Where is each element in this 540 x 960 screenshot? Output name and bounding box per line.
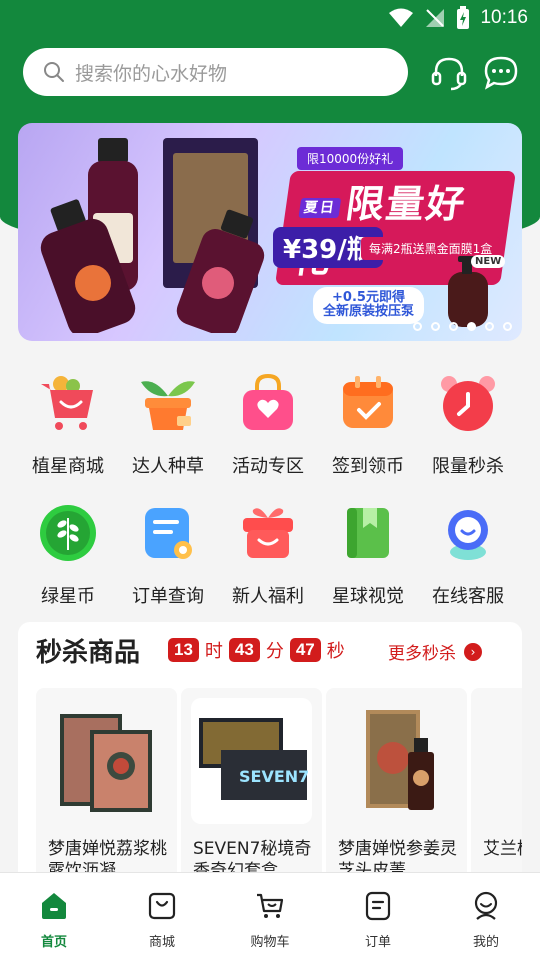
shopping-cart-icon bbox=[41, 376, 93, 430]
tab-home[interactable]: 首页 bbox=[14, 891, 94, 950]
category-label: 订单查询 bbox=[132, 586, 204, 607]
more-flash-sale-link[interactable]: 更多秒杀 › bbox=[388, 639, 482, 664]
category-label: 签到领币 bbox=[332, 456, 404, 477]
tab-mall[interactable]: 商城 bbox=[122, 891, 202, 950]
promo-text-group: 限10000份好礼 夏日 限量好礼 ¥39/瓶 每满2瓶送黑金面膜1盒 +0.5元… bbox=[273, 137, 517, 327]
alarm-clock-icon bbox=[441, 376, 495, 431]
category-item-seeding[interactable]: 达人种草 bbox=[118, 372, 218, 478]
product-image: SEVEN7 bbox=[191, 698, 312, 824]
countdown-hours: 13 bbox=[168, 638, 199, 662]
wifi-icon bbox=[389, 8, 414, 27]
carousel-dot[interactable] bbox=[503, 322, 512, 331]
leaf-coin-icon bbox=[40, 505, 96, 561]
tab-profile[interactable]: 我的 bbox=[446, 891, 526, 950]
category-item-planet-vision[interactable]: 星球视觉 bbox=[318, 502, 418, 608]
book-icon bbox=[347, 508, 389, 558]
promo-limit-tag: 限10000份好礼 bbox=[297, 147, 404, 170]
product-card[interactable]: SEVEN7 SEVEN7秘境奇香奇幻套盒 bbox=[181, 688, 322, 882]
product-bottles-image bbox=[40, 138, 265, 333]
tab-label: 商城 bbox=[148, 935, 175, 950]
tab-orders[interactable]: 订单 bbox=[338, 891, 418, 950]
category-label: 在线客服 bbox=[432, 586, 504, 607]
store-bag-icon bbox=[148, 892, 176, 920]
promo-badge-line2: 全新原装按压泵 bbox=[323, 304, 415, 320]
season-tag: 夏日 bbox=[298, 197, 342, 218]
flash-sale-section: 秒杀商品 13 时 43 分 47 秒 更多秒杀 › 梦唐婵悦荔浆桃露饮沥凝 S… bbox=[18, 622, 522, 882]
product-image bbox=[481, 698, 522, 824]
carousel-dot[interactable] bbox=[485, 322, 494, 331]
shopping-bag-icon bbox=[243, 373, 293, 430]
product-image bbox=[336, 698, 457, 824]
category-item-checkin[interactable]: 签到领币 bbox=[318, 372, 418, 478]
tab-label: 首页 bbox=[40, 935, 67, 950]
tab-cart[interactable]: 购物车 bbox=[230, 891, 310, 950]
product-image bbox=[46, 698, 167, 824]
category-label: 达人种草 bbox=[132, 456, 204, 477]
tab-label: 订单 bbox=[364, 935, 391, 950]
search-icon bbox=[44, 62, 64, 82]
order-list-icon bbox=[365, 891, 391, 921]
countdown-hours-unit: 时 bbox=[204, 641, 223, 662]
category-item-activity[interactable]: 活动专区 bbox=[218, 372, 318, 478]
countdown-minutes: 43 bbox=[228, 638, 260, 662]
search-input[interactable]: 搜索你的心水好物 bbox=[23, 48, 408, 96]
category-label: 星球视觉 bbox=[332, 586, 404, 607]
product-card[interactable]: 艾兰桃 bbox=[471, 688, 522, 882]
home-icon bbox=[42, 893, 66, 919]
new-tag: NEW bbox=[471, 255, 506, 268]
category-item-green-coin[interactable]: 绿星币 bbox=[18, 502, 118, 608]
headset-icon[interactable] bbox=[430, 54, 468, 92]
seven7-logo: SEVEN7 bbox=[239, 767, 309, 786]
flash-sale-title: 秒杀商品 bbox=[36, 638, 141, 668]
plant-pot-icon bbox=[141, 381, 195, 430]
countdown-seconds-unit: 秒 bbox=[326, 641, 345, 662]
battery-charging-icon bbox=[457, 6, 470, 29]
promo-badge-line1: +0.5元即得 bbox=[332, 290, 405, 305]
no-signal-icon bbox=[426, 9, 445, 27]
category-label: 新人福利 bbox=[232, 586, 304, 607]
order-note-icon bbox=[145, 508, 192, 559]
status-time: 10:16 bbox=[480, 7, 528, 28]
countdown-minutes-unit: 分 bbox=[265, 641, 284, 662]
chevron-right-icon: › bbox=[464, 642, 482, 661]
category-label: 绿星币 bbox=[41, 586, 95, 607]
category-item-mall[interactable]: 植星商城 bbox=[18, 372, 118, 478]
category-item-newbie[interactable]: 新人福利 bbox=[218, 502, 318, 608]
countdown-seconds: 47 bbox=[289, 638, 321, 662]
category-label: 限量秒杀 bbox=[432, 456, 504, 477]
carousel-dot[interactable] bbox=[413, 322, 422, 331]
product-card[interactable]: 梦唐婵悦荔浆桃露饮沥凝 bbox=[36, 688, 177, 882]
profile-icon bbox=[474, 891, 498, 920]
message-icon[interactable] bbox=[482, 54, 520, 92]
carousel-indicator bbox=[413, 322, 512, 331]
bottom-tab-bar: 首页 商城 购物车 订单 我的 bbox=[0, 872, 540, 960]
product-card[interactable]: 梦唐婵悦参姜灵芝头皮菁 bbox=[326, 688, 467, 882]
carousel-dot[interactable] bbox=[449, 322, 458, 331]
category-item-flash-sale[interactable]: 限量秒杀 bbox=[418, 372, 518, 478]
carousel-dot[interactable] bbox=[431, 322, 440, 331]
customer-service-icon bbox=[448, 510, 488, 560]
search-placeholder: 搜索你的心水好物 bbox=[75, 62, 228, 85]
tab-label: 我的 bbox=[472, 935, 499, 950]
category-item-orders[interactable]: 订单查询 bbox=[118, 502, 218, 608]
gift-box-icon bbox=[243, 508, 293, 558]
promo-banner[interactable]: 限10000份好礼 夏日 限量好礼 ¥39/瓶 每满2瓶送黑金面膜1盒 +0.5元… bbox=[18, 123, 522, 341]
category-label: 植星商城 bbox=[32, 456, 104, 477]
carousel-dot[interactable] bbox=[467, 322, 476, 331]
category-label: 活动专区 bbox=[232, 456, 304, 477]
more-flash-sale-label: 更多秒杀 bbox=[388, 644, 456, 664]
status-bar: 10:16 bbox=[0, 0, 540, 36]
promo-badge: +0.5元即得 全新原装按压泵 bbox=[313, 287, 425, 324]
calendar-check-icon bbox=[343, 376, 393, 428]
cart-icon bbox=[257, 893, 284, 918]
countdown: 13 时 43 分 47 秒 bbox=[168, 635, 351, 665]
category-item-customer-service[interactable]: 在线客服 bbox=[418, 502, 518, 608]
tab-label: 购物车 bbox=[250, 935, 290, 950]
